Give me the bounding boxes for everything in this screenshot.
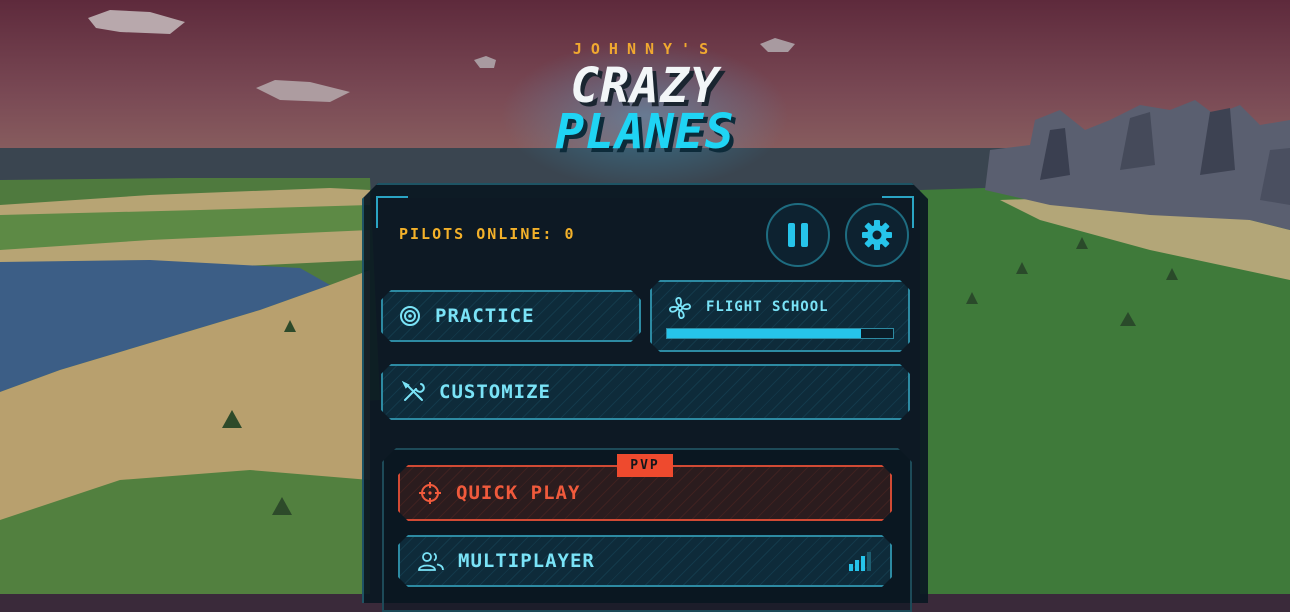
pilots-online-status: PILOTS ONLINE: 0	[399, 225, 576, 243]
signal-bars-icon	[848, 551, 874, 571]
multiplayer-label: MULTIPLAYER	[458, 550, 595, 572]
target-icon	[399, 305, 421, 327]
users-icon	[418, 550, 444, 572]
title-small: JOHNNY'S	[572, 40, 718, 58]
tools-icon	[401, 380, 425, 404]
gear-icon	[862, 220, 892, 250]
flight-school-progress-fill	[667, 329, 862, 338]
pause-button[interactable]	[766, 203, 830, 267]
pause-icon	[788, 223, 808, 247]
customize-button[interactable]: CUSTOMIZE	[381, 364, 910, 420]
panel-corner-bracket	[376, 196, 408, 228]
settings-button[interactable]	[845, 203, 909, 267]
customize-label: CUSTOMIZE	[439, 381, 551, 403]
flight-school-label: FLIGHT SCHOOL	[706, 299, 829, 315]
propeller-icon	[668, 296, 692, 320]
pvp-badge: PVP	[617, 454, 673, 477]
multiplayer-button[interactable]: MULTIPLAYER	[398, 535, 892, 587]
title-line-2: PLANES	[555, 104, 735, 160]
practice-button[interactable]: PRACTICE	[381, 290, 641, 342]
flight-school-button[interactable]: FLIGHT SCHOOL	[650, 280, 910, 352]
practice-label: PRACTICE	[435, 305, 535, 327]
quick-play-label: QUICK PLAY	[456, 482, 581, 504]
crosshair-icon	[418, 481, 442, 505]
flight-school-progress-bar	[666, 328, 894, 339]
